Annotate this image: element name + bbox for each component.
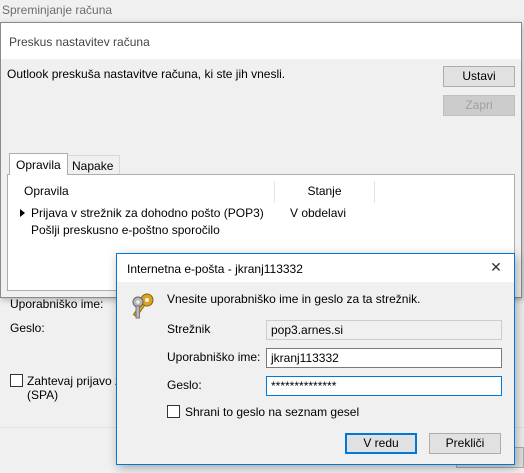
stop-button[interactable]: Ustavi xyxy=(443,66,515,87)
cancel-button[interactable]: Prekliči xyxy=(429,433,501,454)
background-window-title: Spreminjanje računa xyxy=(2,3,113,17)
server-label: Strežnik xyxy=(167,322,211,336)
task-status: V obdelavi xyxy=(290,206,347,220)
column-header-tasks[interactable]: Opravila xyxy=(18,181,275,203)
keys-icon xyxy=(127,291,157,321)
task-name: Prijava v strežnik za dohodno pošto (POP… xyxy=(31,206,264,220)
credentials-message: Vnesite uporabniško ime in geslo za ta s… xyxy=(167,292,421,306)
username-field[interactable]: jkranj113332 xyxy=(266,348,502,368)
bg-username-label: Uporabniško ime: xyxy=(10,297,104,311)
credentials-dialog: Internetna e-pošta - jkranj113332 ✕ Vnes… xyxy=(116,253,515,465)
save-password-checkbox[interactable] xyxy=(167,405,180,418)
ok-button[interactable]: V redu xyxy=(345,433,417,454)
username-label: Uporabniško ime: xyxy=(167,350,261,364)
save-password-label: Shrani to geslo na seznam gesel xyxy=(185,405,360,419)
bg-spa-label-2: (SPA) xyxy=(27,388,59,402)
bg-spa-checkbox[interactable] xyxy=(10,374,23,387)
task-name: Pošlji preskusno e-poštno sporočilo xyxy=(31,223,220,237)
credentials-dialog-title: Internetna e-pošta - jkranj113332 xyxy=(127,262,303,276)
column-header-status[interactable]: Stanje xyxy=(275,181,375,203)
task-row: Prijava v strežnik za dohodno pošto (POP… xyxy=(18,205,516,222)
bg-password-label: Geslo: xyxy=(10,321,45,335)
close-icon[interactable]: ✕ xyxy=(485,259,507,277)
test-dialog-message: Outlook preskuša nastavitve računa, ki s… xyxy=(7,67,286,81)
in-progress-arrow-icon xyxy=(20,209,25,217)
close-button[interactable]: Zapri xyxy=(443,95,515,116)
credentials-dialog-titlebar: Internetna e-pošta - jkranj113332 xyxy=(117,254,514,282)
bg-spa-label: Zahtevaj prijavo z xyxy=(27,374,122,388)
task-row: Pošlji preskusno e-poštno sporočilo xyxy=(18,222,516,239)
tab-tasks[interactable]: Opravila xyxy=(9,153,68,175)
test-dialog-title: Preskus nastavitev računa xyxy=(1,23,521,59)
tab-errors[interactable]: Napake xyxy=(65,155,121,175)
server-field: pop3.arnes.si xyxy=(266,320,502,340)
password-label: Geslo: xyxy=(167,378,202,392)
password-field[interactable]: ************** xyxy=(266,376,502,396)
